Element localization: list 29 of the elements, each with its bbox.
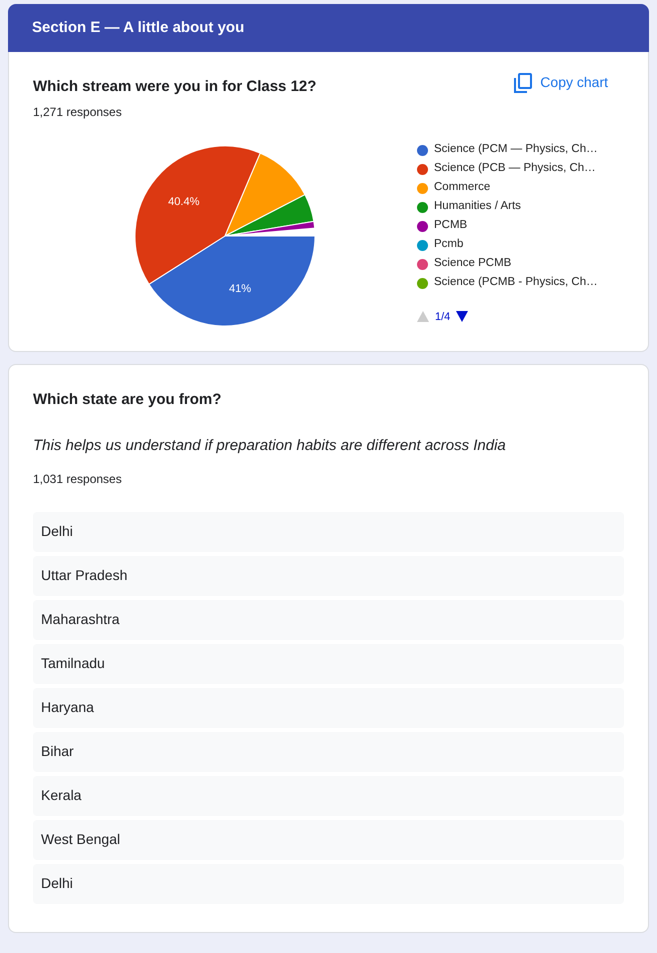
response-count: 1,271 responses <box>33 104 123 120</box>
answer-row: Haryana <box>33 688 624 728</box>
question-title: Which state are you from? <box>33 390 222 410</box>
legend-label: Science (PCM — Physics, Ch… <box>434 142 598 158</box>
copy-chart-button[interactable]: Copy chart <box>514 72 624 93</box>
answer-row: Maharashtra <box>33 600 624 640</box>
slice-label: 40.4% <box>168 196 200 208</box>
legend-label: Commerce <box>434 180 490 196</box>
answer-row: Uttar Pradesh <box>33 556 624 596</box>
legend-label: Science (PCMB - Physics, Ch… <box>434 275 598 290</box>
legend-label: Pcmb <box>434 237 464 252</box>
question-title: Which stream were you in for Class 12? <box>33 77 316 97</box>
answer-row: Delhi <box>33 512 624 552</box>
answer-row: West Bengal <box>33 820 624 860</box>
slice-label: 41% <box>228 282 252 294</box>
response-count: 1,031 responses <box>33 470 123 488</box>
answer-row: Tamilnadu <box>33 644 624 684</box>
answer-row: Bihar <box>33 732 624 772</box>
page-indicator: 1/4 <box>435 310 450 324</box>
legend-label: Science (PCB — Physics, Ch… <box>434 161 596 176</box>
answer-row: Kerala <box>33 776 624 816</box>
question-description: This helps us understand if preparation habits are different across India <box>33 436 507 456</box>
answer-row: Delhi <box>33 864 624 904</box>
down-arrow-icon[interactable] <box>456 311 468 322</box>
section-header: Section E — A little about you <box>8 4 649 52</box>
copy-icon <box>514 72 532 92</box>
legend-label: Science PCMB <box>434 256 512 272</box>
legend-label: Humanities / Arts <box>434 199 521 214</box>
legend-label: PCMB <box>434 218 468 234</box>
